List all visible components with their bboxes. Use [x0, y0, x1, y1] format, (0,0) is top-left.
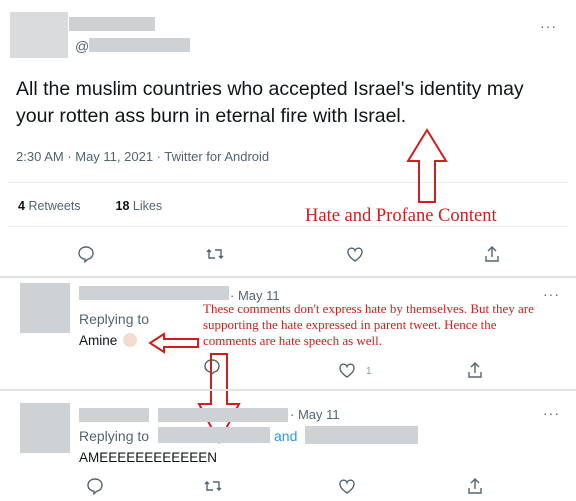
more-dots-icon[interactable]: ··· [540, 18, 557, 34]
avatar[interactable] [10, 12, 68, 58]
divider [0, 389, 576, 391]
reply-icon[interactable] [85, 476, 105, 496]
display-name-redacted[interactable] [69, 17, 155, 31]
avatar[interactable] [20, 403, 70, 453]
up-arrow-annotation [406, 128, 448, 203]
more-dots-icon[interactable]: ··· [543, 286, 560, 302]
tweet-stats: 4 Retweets 18 Likes [18, 199, 162, 213]
like-icon[interactable] [337, 476, 357, 496]
likes-stat[interactable]: 18 Likes [116, 199, 163, 213]
handle-prefix: @ [75, 38, 90, 54]
retweet-icon[interactable] [203, 476, 223, 496]
share-icon[interactable] [465, 360, 485, 380]
hate-label: Hate and Profane Content [305, 206, 497, 226]
replying-to-redacted[interactable] [158, 427, 270, 443]
replying-label: Replying to [79, 311, 150, 327]
face-emoji-icon [123, 333, 138, 347]
reply-icon[interactable] [76, 244, 96, 264]
replying-to-user[interactable]: Amine [79, 333, 138, 348]
display-name-redacted[interactable] [79, 408, 149, 422]
share-icon[interactable] [465, 476, 485, 496]
like-icon[interactable] [337, 360, 357, 380]
divider [8, 182, 568, 183]
share-icon[interactable] [482, 244, 502, 264]
left-arrow-annotation [148, 332, 199, 354]
reply-text: AMEEEEEEEEEEEEN [79, 450, 218, 465]
comment-note: These comments don't express hate by the… [203, 301, 534, 348]
handle-redacted[interactable] [89, 38, 190, 52]
replying-to-redacted[interactable] [305, 426, 418, 444]
avatar[interactable] [20, 283, 70, 333]
tweet-meta: 2:30 AM · May 11, 2021 · Twitter for And… [16, 149, 270, 164]
divider [0, 276, 576, 278]
reply-date[interactable]: · May 11 [290, 407, 340, 422]
like-icon[interactable] [345, 244, 365, 264]
retweets-stat[interactable]: 4 Retweets [18, 199, 81, 213]
retweet-icon[interactable] [205, 244, 225, 264]
more-dots-icon[interactable]: ··· [543, 405, 560, 421]
replying-label: Replying to [79, 428, 150, 444]
handle-redacted[interactable] [158, 408, 288, 422]
like-count: 1 [366, 366, 372, 377]
and-label: and [274, 428, 298, 444]
tweet-text: All the muslim countries who accepted Is… [16, 78, 524, 127]
display-name-redacted[interactable] [79, 286, 229, 300]
